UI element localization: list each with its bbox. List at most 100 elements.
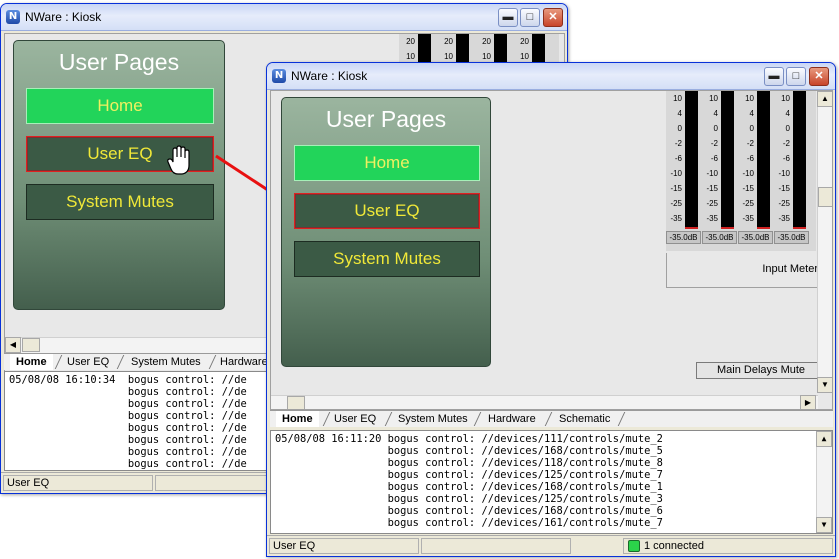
- close-button[interactable]: ✕: [543, 8, 563, 27]
- tab-user-eq[interactable]: User EQ: [328, 411, 382, 427]
- status-page: User EQ: [269, 538, 419, 554]
- scale-tick: 0: [785, 124, 790, 133]
- panel-title: User Pages: [58, 49, 180, 75]
- status-connection: 1 connected: [623, 538, 833, 554]
- meter-bar: [721, 91, 734, 229]
- home-button[interactable]: Home: [26, 88, 214, 124]
- tab-home[interactable]: Home: [10, 354, 53, 370]
- maximize-icon: □: [792, 70, 800, 82]
- status-page: User EQ: [3, 475, 153, 491]
- scale-tick: -6: [782, 154, 790, 163]
- meter-bar: [757, 91, 770, 229]
- user-eq-button[interactable]: User EQ: [294, 193, 480, 229]
- meter-readout: -35.0dB: [774, 231, 809, 244]
- front-status-bar: User EQ 1 connected: [267, 535, 835, 555]
- scale-tick: -6: [746, 154, 754, 163]
- back-titlebar[interactable]: N NWare : Kiosk ▬ □ ✕: [1, 4, 567, 31]
- scale-tick: -15: [706, 184, 718, 193]
- scroll-right-button[interactable]: ▶: [800, 395, 816, 409]
- tab-system-mutes[interactable]: System Mutes: [125, 354, 207, 370]
- maximize-button[interactable]: □: [786, 67, 806, 86]
- scroll-down-button[interactable]: ▼: [816, 517, 832, 533]
- system-mutes-button[interactable]: System Mutes: [294, 241, 480, 277]
- front-log-area[interactable]: 05/08/08 16:11:20 bogus control: //devic…: [270, 430, 833, 534]
- scale-tick: 4: [785, 109, 790, 118]
- app-icon: N: [272, 69, 286, 83]
- log-line: bogus control: //de: [9, 434, 247, 446]
- scale-tick: 0: [749, 124, 754, 133]
- meter-bar: [685, 91, 698, 229]
- scale-tick: -2: [782, 139, 790, 148]
- scale-tick: -25: [706, 199, 718, 208]
- front-hscrollbar[interactable]: ▶: [271, 395, 818, 409]
- scale-tick: 20: [444, 37, 453, 46]
- scroll-thumb[interactable]: [287, 396, 305, 409]
- scale-tick: -10: [778, 169, 790, 178]
- input-meter-label: Input Meter: [762, 263, 818, 275]
- scale-tick: 4: [677, 109, 682, 118]
- tab-hardware[interactable]: Hardware: [214, 354, 274, 370]
- scale-tick: 10: [745, 94, 754, 103]
- front-client-area: User Pages Home User EQ System Mutes 10 4…: [270, 90, 833, 410]
- log-line: bogus control: //devices/125/controls/mu…: [275, 469, 663, 481]
- scroll-up-button[interactable]: ▲: [817, 91, 832, 107]
- tab-separator: [473, 412, 482, 426]
- log-line: 05/08/08 16:10:34 bogus control: //de: [9, 374, 247, 386]
- scale-tick: -15: [778, 184, 790, 193]
- scale-tick: -15: [670, 184, 682, 193]
- front-vscrollbar[interactable]: ▲ ▼: [817, 91, 832, 393]
- scroll-up-button[interactable]: ▲: [816, 431, 832, 447]
- log-vscrollbar[interactable]: ▲ ▼: [816, 431, 832, 533]
- meter-readout: -35.0dB: [738, 231, 773, 244]
- log-line: bogus control: //devices/125/controls/mu…: [275, 493, 663, 505]
- tab-separator: [617, 412, 626, 426]
- scale-tick: 10: [781, 94, 790, 103]
- tab-system-mutes[interactable]: System Mutes: [392, 411, 474, 427]
- system-mutes-button[interactable]: System Mutes: [26, 184, 214, 220]
- log-line: bogus control: //devices/118/controls/mu…: [275, 457, 663, 469]
- meter-bar: [793, 91, 806, 229]
- minimize-icon: ▬: [502, 11, 514, 23]
- scroll-thumb[interactable]: [818, 187, 832, 207]
- scale-tick: 20: [520, 37, 529, 46]
- tab-home[interactable]: Home: [276, 411, 319, 427]
- tab-schematic[interactable]: Schematic: [553, 411, 616, 427]
- front-titlebar[interactable]: N NWare : Kiosk ▬ □ ✕: [267, 63, 835, 90]
- scale-tick: -10: [706, 169, 718, 178]
- scale-tick: -15: [742, 184, 754, 193]
- minimize-button[interactable]: ▬: [498, 8, 518, 27]
- log-line: bogus control: //de: [9, 446, 247, 458]
- scale-tick: -25: [670, 199, 682, 208]
- meter-readout: -35.0dB: [702, 231, 737, 244]
- scale-tick: -6: [710, 154, 718, 163]
- tab-user-eq[interactable]: User EQ: [61, 354, 115, 370]
- minimize-button[interactable]: ▬: [764, 67, 784, 86]
- maximize-button[interactable]: □: [520, 8, 540, 27]
- log-line: bogus control: //de: [9, 398, 247, 410]
- scale-tick: -6: [674, 154, 682, 163]
- front-window-title: NWare : Kiosk: [291, 69, 368, 83]
- front-window[interactable]: N NWare : Kiosk ▬ □ ✕ User Pages Home Us…: [266, 62, 836, 557]
- scroll-thumb[interactable]: [22, 338, 40, 352]
- scale-tick: 20: [482, 37, 491, 46]
- main-delays-mute-button[interactable]: Main Delays Mute: [696, 362, 818, 379]
- user-pages-panel: User Pages Home User EQ System Mutes: [281, 97, 491, 367]
- log-line: bogus control: //devices/161/controls/mu…: [275, 517, 663, 529]
- scale-tick: 10: [673, 94, 682, 103]
- scale-tick: -10: [742, 169, 754, 178]
- tab-hardware[interactable]: Hardware: [482, 411, 542, 427]
- scale-tick: 4: [749, 109, 754, 118]
- close-button[interactable]: ✕: [809, 67, 829, 86]
- status-cell: [421, 538, 571, 554]
- scroll-down-button[interactable]: ▼: [817, 377, 832, 393]
- log-line: bogus control: //devices/168/controls/mu…: [275, 505, 663, 517]
- home-button[interactable]: Home: [294, 145, 480, 181]
- scale-tick: -2: [674, 139, 682, 148]
- close-icon: ✕: [548, 11, 558, 23]
- scale-tick: -25: [778, 199, 790, 208]
- status-cell: [155, 475, 275, 491]
- scroll-left-button[interactable]: ◀: [5, 337, 21, 353]
- connection-text: 1 connected: [644, 540, 704, 552]
- meter-readout: -35.0dB: [666, 231, 701, 244]
- tab-separator: [544, 412, 553, 426]
